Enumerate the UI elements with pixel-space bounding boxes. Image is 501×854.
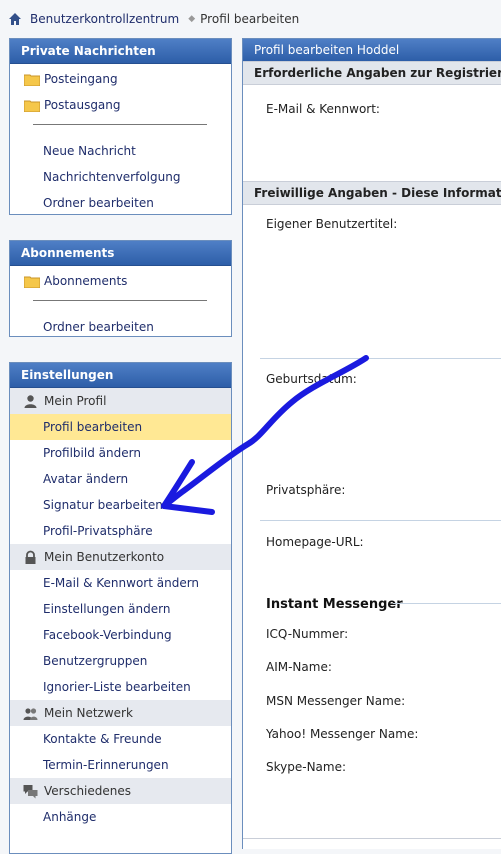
divider: [260, 520, 501, 521]
sidebar-item-change-settings[interactable]: Einstellungen ändern: [10, 596, 231, 622]
breadcrumb-separator-icon: ◆: [188, 14, 196, 24]
sidebar-item-attachments[interactable]: Anhänge: [10, 804, 231, 830]
main-panel: Profil bearbeiten Hoddel Erforderliche A…: [242, 38, 501, 849]
folder-icon: [24, 276, 40, 288]
settings-title[interactable]: Einstellungen: [10, 363, 231, 388]
sidebar-item-edit-subscription-folders[interactable]: Ordner bearbeiten: [10, 314, 231, 340]
breadcrumb-current: Profil bearbeiten: [200, 12, 300, 26]
divider: [33, 300, 207, 301]
section-my-network: Mein Netzwerk: [10, 700, 231, 726]
sidebar-item-label: Abonnements: [44, 274, 128, 288]
icq-label: ICQ-Nummer:: [266, 627, 349, 641]
section-my-account: Mein Benutzerkonto: [10, 544, 231, 570]
section-label: Mein Netzwerk: [44, 706, 133, 720]
msn-label: MSN Messenger Name:: [266, 694, 406, 708]
settings-block: Einstellungen Mein Profil Profil bearbei…: [9, 362, 232, 854]
divider: [33, 124, 207, 125]
sidebar-item-label: Posteingang: [44, 72, 118, 86]
page-title: Profil bearbeiten Hoddel: [243, 39, 501, 61]
birthday-label: Geburtsdatum:: [266, 372, 357, 386]
section-my-profile: Mein Profil: [10, 388, 231, 414]
users-icon: [23, 707, 38, 720]
section-label: Verschiedenes: [44, 784, 132, 798]
sidebar-item-edit-signature[interactable]: Signatur bearbeiten: [10, 492, 231, 518]
optional-section-header: Freiwillige Angaben - Diese Informatione…: [243, 181, 501, 205]
subscriptions-block: Abonnements Abonnements Ordner bearbeite…: [9, 240, 232, 337]
email-password-label: E-Mail & Kennwort:: [266, 102, 380, 116]
section-label: Mein Benutzerkonto: [44, 550, 165, 564]
folder-icon: [24, 100, 40, 112]
instant-messenger-title: Instant Messenger: [266, 597, 403, 612]
sidebar-item-user-groups[interactable]: Benutzergruppen: [10, 648, 231, 674]
sidebar-item-edit-folders[interactable]: Ordner bearbeiten: [10, 190, 231, 216]
breadcrumb-link-control-panel[interactable]: Benutzerkontrollzentrum: [30, 12, 179, 26]
divider: [393, 603, 501, 604]
chat-icon: [23, 784, 38, 798]
private-messages-title[interactable]: Private Nachrichten: [10, 39, 231, 64]
home-icon[interactable]: [8, 12, 22, 26]
sidebar-item-profile-privacy[interactable]: Profil-Privatsphäre: [10, 518, 231, 544]
sidebar-item-change-avatar[interactable]: Avatar ändern: [10, 466, 231, 492]
custom-title-label: Eigener Benutzertitel:: [266, 217, 398, 231]
sidebar-item-subscriptions[interactable]: Abonnements: [10, 268, 231, 294]
sidebar-item-facebook-connection[interactable]: Facebook-Verbindung: [10, 622, 231, 648]
sidebar-item-outbox[interactable]: Postausgang: [10, 92, 231, 118]
section-miscellaneous: Verschiedenes: [10, 778, 231, 804]
user-icon: [24, 394, 37, 408]
sidebar-item-inbox[interactable]: Posteingang: [10, 66, 231, 92]
sidebar-item-change-profile-picture[interactable]: Profilbild ändern: [10, 440, 231, 466]
private-messages-block: Private Nachrichten Posteingang Postausg…: [9, 38, 232, 215]
yahoo-label: Yahoo! Messenger Name:: [266, 727, 419, 741]
sidebar-item-label: Postausgang: [44, 98, 121, 112]
sidebar-item-new-message[interactable]: Neue Nachricht: [10, 138, 231, 164]
required-section-header: Erforderliche Angaben zur Registrierung: [243, 61, 501, 85]
sidebar-item-event-reminders[interactable]: Termin-Erinnerungen: [10, 752, 231, 778]
sidebar-item-change-email-password[interactable]: E-Mail & Kennwort ändern: [10, 570, 231, 596]
lock-icon: [25, 550, 36, 564]
aim-label: AIM-Name:: [266, 660, 332, 674]
breadcrumb: Benutzerkontrollzentrum ◆ Profil bearbei…: [8, 10, 299, 28]
skype-label: Skype-Name:: [266, 760, 347, 774]
sidebar-item-ignore-list[interactable]: Ignorier-Liste bearbeiten: [10, 674, 231, 700]
sidebar-item-message-tracking[interactable]: Nachrichtenverfolgung: [10, 164, 231, 190]
divider: [260, 358, 501, 359]
divider: [243, 838, 501, 839]
subscriptions-title[interactable]: Abonnements: [10, 241, 231, 266]
folder-icon: [24, 74, 40, 86]
sidebar-item-edit-profile[interactable]: Profil bearbeiten: [10, 414, 231, 440]
privacy-label: Privatsphäre:: [266, 483, 346, 497]
section-label: Mein Profil: [44, 394, 107, 408]
sidebar-item-contacts-friends[interactable]: Kontakte & Freunde: [10, 726, 231, 752]
homepage-label: Homepage-URL:: [266, 535, 364, 549]
